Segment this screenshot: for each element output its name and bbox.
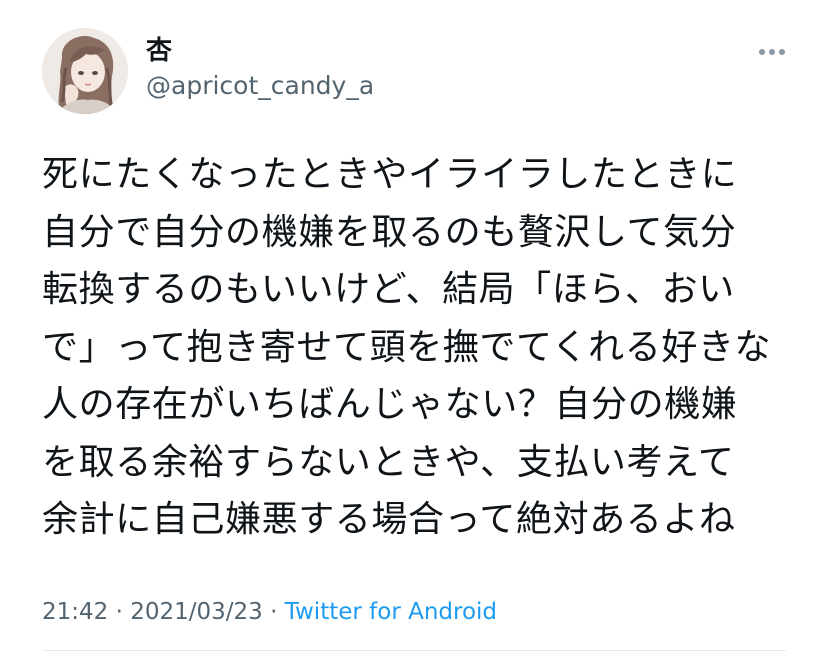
tweet-metadata: 21:42 · 2021/03/23 · Twitter for Android xyxy=(42,597,497,627)
more-horizontal-icon-dot xyxy=(779,49,785,55)
source-link[interactable]: Twitter for Android xyxy=(285,599,497,625)
username-handle[interactable]: @apricot_candy_a xyxy=(146,71,374,101)
tweet-text-line: 自分で自分の機嫌を取るのも贅沢して気分 xyxy=(42,211,737,253)
more-horizontal-icon-dot xyxy=(769,49,775,55)
tweet-text: 死にたくなったときやイライラしたときに 自分で自分の機嫌を取るのも贅沢して気分 … xyxy=(42,146,802,549)
more-options-button[interactable] xyxy=(752,38,792,66)
tweet-text-line: 転換するのもいいけど、結局「ほら、おい xyxy=(42,269,735,310)
tweet-text-line: 死にたくなったときやイライラしたときに xyxy=(42,154,738,195)
profile-avatar-image xyxy=(42,28,128,114)
divider xyxy=(42,650,786,651)
meta-separator: · xyxy=(108,599,131,625)
tweet-text-line: 余計に自己嫌悪する場合って絶対あるよね xyxy=(42,499,736,540)
more-horizontal-icon xyxy=(759,49,765,55)
meta-separator-2: · xyxy=(262,599,285,625)
tweet-text-line: を取る余裕すらないときや、支払い考えて xyxy=(42,441,735,483)
tweet-text-line: で」って抱き寄せて頭を撫でてくれる好きな xyxy=(42,326,772,368)
tweet-time[interactable]: 21:42 xyxy=(42,599,108,625)
avatar[interactable] xyxy=(42,28,128,114)
tweet-detail: 杏 @apricot_candy_a 死にたくなったときやイライラしたときに 自… xyxy=(0,0,828,656)
tweet-text-line: 人の存在がいちばんじゃない？自分の機嫌 xyxy=(42,384,738,425)
display-name[interactable]: 杏 xyxy=(146,36,172,66)
tweet-date[interactable]: 2021/03/23 xyxy=(130,599,263,625)
